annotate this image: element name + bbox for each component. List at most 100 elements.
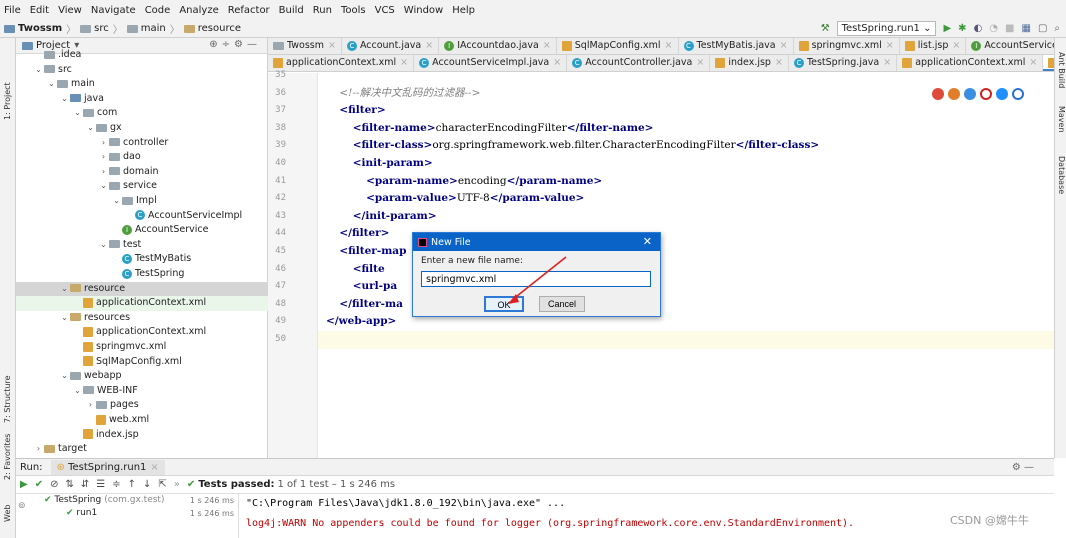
expand-icon[interactable]: ☰ xyxy=(96,479,105,490)
tree-item[interactable]: ⌄ resources xyxy=(16,311,268,326)
run-tab[interactable]: ⊛ TestSpring.run1 × xyxy=(50,459,165,475)
tree-item[interactable]: ⌄ webapp xyxy=(16,369,268,384)
close-icon[interactable]: × xyxy=(425,40,433,51)
tree-item[interactable]: › domain xyxy=(16,165,268,180)
chevron-down-icon[interactable]: ⌄ xyxy=(59,282,70,297)
file-name-input[interactable] xyxy=(421,271,651,287)
chevron-down-icon[interactable]: ⌄ xyxy=(72,384,83,399)
tree-item[interactable]: ⌄ java xyxy=(16,92,268,107)
chevron-down-icon[interactable]: ⌄ xyxy=(111,194,122,209)
ignored-filter-icon[interactable]: ⊘ xyxy=(50,479,58,490)
menu-vcs[interactable]: VCS xyxy=(375,5,395,16)
editor-tab[interactable]: I IAccountdao.java × xyxy=(439,38,557,54)
tree-item[interactable]: ⌄ src xyxy=(16,63,268,78)
close-icon[interactable]: ✕ xyxy=(643,235,652,248)
breadcrumb-project[interactable]: Twossm xyxy=(18,23,62,34)
chevron-down-icon[interactable]: ⌄ xyxy=(98,179,109,194)
menu-edit[interactable]: Edit xyxy=(30,5,49,16)
close-icon[interactable]: × xyxy=(328,40,336,51)
up-icon[interactable]: ↑ xyxy=(128,479,136,490)
edge-icon[interactable] xyxy=(1012,88,1024,100)
editor-tab[interactable]: list.jsp × xyxy=(900,38,967,54)
breadcrumb-main[interactable]: main xyxy=(141,23,166,34)
coverage-icon[interactable]: ◐ xyxy=(974,23,983,34)
editor-tab[interactable]: C Account.java × xyxy=(342,38,440,54)
tree-item[interactable]: web.xml xyxy=(16,413,268,428)
console-output[interactable]: "C:\Program Files\Java\jdk1.8.0_192\bin\… xyxy=(240,494,1052,538)
editor-tab[interactable]: springmvc.xml × xyxy=(794,38,900,54)
tree-item[interactable]: ⌄ WEB-INF xyxy=(16,384,268,399)
menu-navigate[interactable]: Navigate xyxy=(91,5,136,16)
gear-icon[interactable]: ⚙ — xyxy=(1012,462,1034,473)
chrome-icon[interactable] xyxy=(932,88,944,100)
tree-item[interactable]: C AccountServiceImpl xyxy=(16,209,268,224)
run-config-select[interactable]: TestSpring.run1 ⌄ xyxy=(836,21,937,36)
down-icon[interactable]: ↓ xyxy=(143,479,151,490)
menu-file[interactable]: File xyxy=(4,5,21,16)
tree-item[interactable]: ⌄ main xyxy=(16,77,268,92)
test-tree-item[interactable]: ✔ run1 1 s 246 ms xyxy=(36,507,238,520)
tree-item[interactable]: ⌄ resource xyxy=(16,281,268,297)
tree-item[interactable]: › controller xyxy=(16,136,268,151)
editor-tab[interactable]: IAccountService.java× xyxy=(966,38,1054,54)
database-tool-label[interactable]: Database xyxy=(1057,156,1066,194)
pin-icon[interactable]: ⊚ xyxy=(18,499,26,513)
close-icon[interactable]: × xyxy=(886,40,894,51)
tree-item[interactable]: springmvc.xml xyxy=(16,340,268,355)
chevron-right-icon[interactable]: › xyxy=(33,442,44,457)
tree-item[interactable]: ⌄ Impl xyxy=(16,194,268,209)
tree-item[interactable]: applicationContext.xml xyxy=(16,296,268,311)
passed-filter-icon[interactable]: ✔ xyxy=(35,479,43,490)
tree-item[interactable]: › dao xyxy=(16,150,268,165)
sort-duration-icon[interactable]: ⇵ xyxy=(81,479,89,490)
tree-item[interactable]: ⌄ service xyxy=(16,179,268,194)
editor-tab[interactable]: C TestMyBatis.java × xyxy=(679,38,794,54)
more-icon[interactable]: » xyxy=(174,479,180,490)
menu-analyze[interactable]: Analyze xyxy=(179,5,218,16)
structure-tool-label[interactable]: 7: Structure xyxy=(3,375,12,423)
ie-icon[interactable] xyxy=(996,88,1008,100)
hammer-icon[interactable]: ⚒ xyxy=(821,23,830,34)
tree-item[interactable]: C TestSpring xyxy=(16,267,268,282)
maven-tool-label[interactable]: Maven xyxy=(1057,106,1066,133)
tree-item[interactable]: ⌄ test xyxy=(16,238,268,253)
tree-item[interactable]: ⌄ com xyxy=(16,106,268,121)
menu-window[interactable]: Window xyxy=(404,5,443,16)
close-icon[interactable]: × xyxy=(780,40,788,51)
test-tree-item[interactable]: ✔ TestSpring (com.gx.test) 1 s 246 ms xyxy=(36,494,238,507)
tree-item[interactable]: I AccountService xyxy=(16,223,268,238)
tree-item[interactable]: ⌄ gx xyxy=(16,121,268,136)
editor-tab[interactable]: Twossm × xyxy=(268,38,342,54)
firefox-icon[interactable] xyxy=(948,88,960,100)
safari-icon[interactable] xyxy=(964,88,976,100)
tree-item[interactable]: applicationContext.xml xyxy=(16,325,268,340)
export-icon[interactable]: ⇱ xyxy=(158,479,166,490)
web-tool-label[interactable]: Web xyxy=(3,505,12,522)
menu-run[interactable]: Run xyxy=(313,5,332,16)
ok-button[interactable]: OK xyxy=(484,296,524,312)
tree-item[interactable]: SqlMapConfig.xml xyxy=(16,355,268,370)
window-icon[interactable]: ▢ xyxy=(1038,23,1047,34)
cancel-button[interactable]: Cancel xyxy=(539,296,586,312)
menu-code[interactable]: Code xyxy=(145,5,171,16)
menu-tools[interactable]: Tools xyxy=(341,5,366,16)
close-icon[interactable]: × xyxy=(952,40,960,51)
chevron-right-icon[interactable]: › xyxy=(98,136,109,151)
chevron-down-icon[interactable]: ⌄ xyxy=(59,369,70,384)
profile-icon[interactable]: ◔ xyxy=(989,23,998,34)
chevron-down-icon[interactable]: ⌄ xyxy=(46,77,57,92)
opera-icon[interactable] xyxy=(980,88,992,100)
structure-icon[interactable]: ▦ xyxy=(1021,23,1030,34)
breadcrumb-resource[interactable]: resource xyxy=(198,23,241,34)
debug-icon[interactable]: ✱ xyxy=(958,23,966,34)
tree-item[interactable]: .idea xyxy=(16,48,268,63)
chevron-down-icon[interactable]: ⌄ xyxy=(33,63,44,78)
stop-icon[interactable]: ■ xyxy=(1005,23,1014,34)
ant-tool-label[interactable]: Ant Build xyxy=(1057,52,1066,88)
tree-item[interactable]: index.jsp xyxy=(16,428,268,443)
project-tool-label[interactable]: 1: Project xyxy=(3,82,12,120)
tree-item[interactable]: › pages xyxy=(16,398,268,413)
menu-refactor[interactable]: Refactor xyxy=(228,5,270,16)
chevron-right-icon[interactable]: › xyxy=(98,165,109,180)
run-icon[interactable]: ▶ xyxy=(943,23,951,34)
